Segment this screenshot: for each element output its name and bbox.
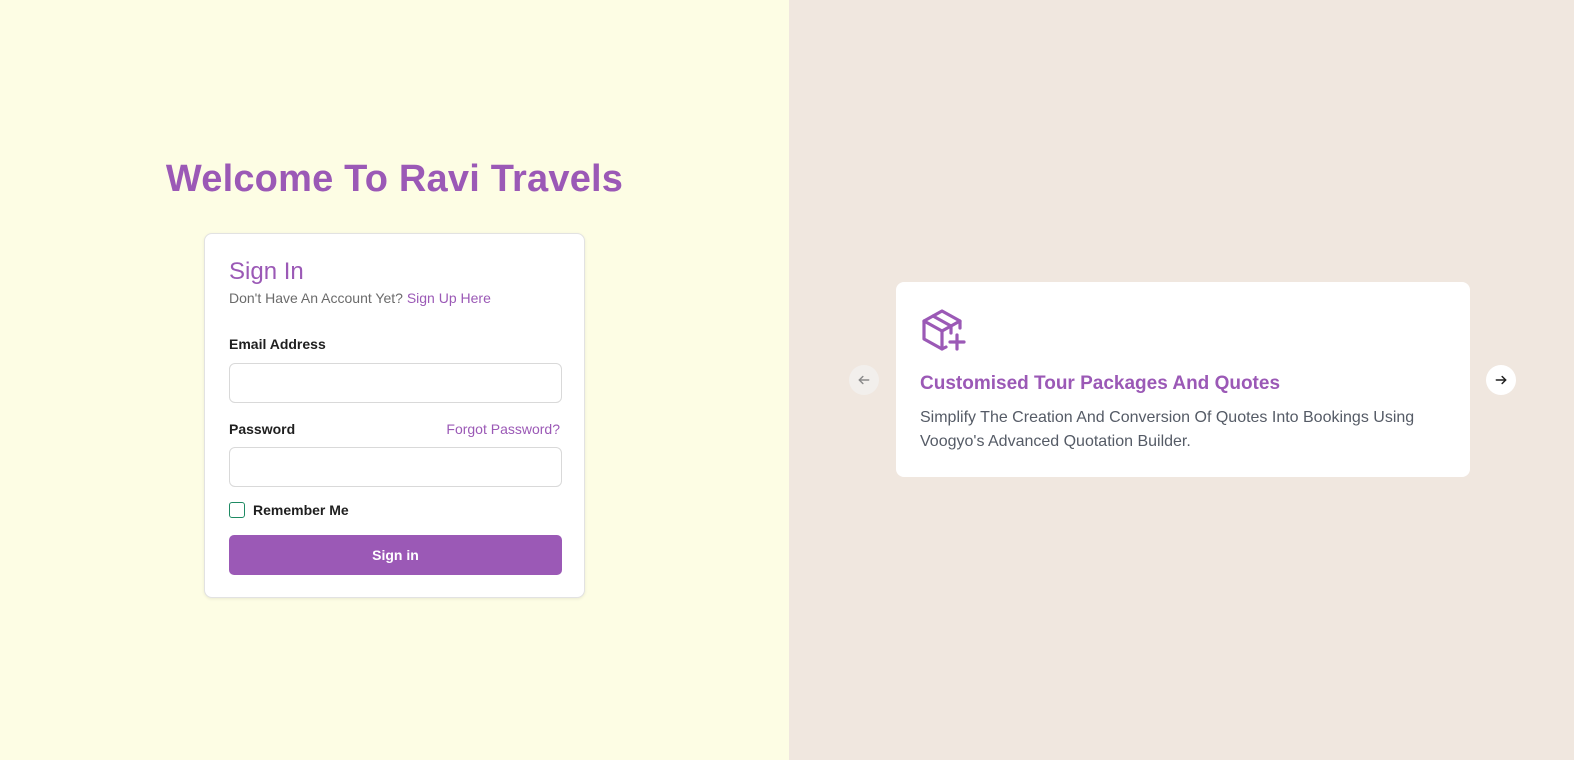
email-label: Email Address (229, 336, 326, 352)
welcome-title: Welcome To Ravi Travels (165, 158, 624, 200)
feature-slide: Customised Tour Packages And Quotes Simp… (896, 282, 1470, 477)
carousel-next-button[interactable] (1486, 365, 1516, 395)
signup-link[interactable]: Sign Up Here (407, 290, 491, 306)
remember-me-checkbox[interactable] (229, 502, 245, 518)
signin-button[interactable]: Sign in (229, 535, 562, 575)
feature-title: Customised Tour Packages And Quotes (920, 373, 1281, 394)
feature-carousel: Customised Tour Packages And Quotes Simp… (789, 0, 1574, 760)
no-account-text: Don't Have An Account Yet? (229, 290, 403, 306)
login-page: Welcome To Ravi Travels Sign In Don't Ha… (0, 0, 1574, 760)
remember-me-row: Remember Me (229, 502, 349, 518)
carousel-prev-button[interactable] (849, 365, 879, 395)
password-field[interactable] (229, 447, 562, 487)
signin-title: Sign In (229, 258, 304, 285)
signup-prompt: Don't Have An Account Yet? Sign Up Here (229, 290, 491, 306)
arrow-right-icon (1495, 375, 1507, 385)
package-plus-icon (922, 309, 966, 351)
email-field[interactable] (229, 363, 562, 403)
login-pane: Welcome To Ravi Travels Sign In Don't Ha… (0, 0, 789, 760)
arrow-left-icon (858, 375, 870, 385)
forgot-password-link[interactable]: Forgot Password? (446, 421, 560, 437)
signin-card: Sign In Don't Have An Account Yet? Sign … (204, 233, 585, 598)
remember-me-label: Remember Me (253, 502, 349, 518)
feature-description: Simplify The Creation And Conversion Of … (920, 409, 1415, 450)
password-label: Password (229, 421, 296, 437)
